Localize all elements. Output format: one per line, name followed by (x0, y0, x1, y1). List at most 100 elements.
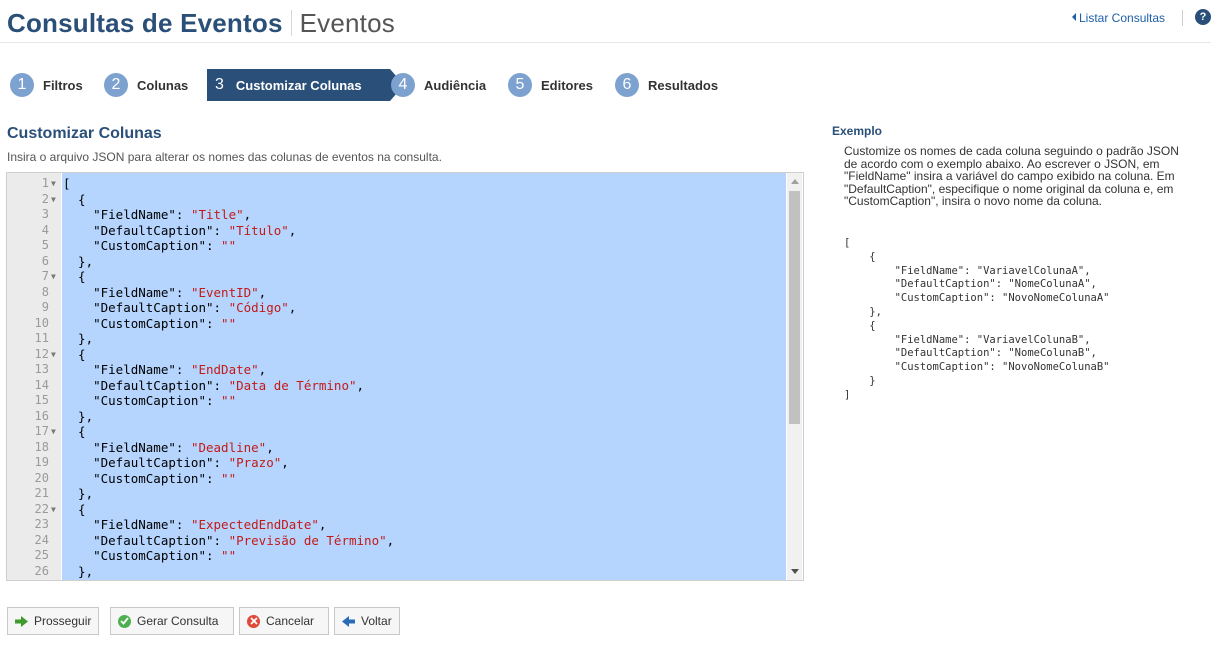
example-code-line: { (844, 319, 876, 332)
header-divider (1182, 10, 1183, 26)
line-number: 10 (34, 315, 49, 330)
editor-scrollbar[interactable] (787, 173, 802, 580)
json-string: "" (221, 548, 237, 563)
json-string: "Data de Término" (228, 377, 357, 393)
line-number: 23 (34, 517, 49, 531)
line-number: 1 (41, 176, 49, 190)
step-number: 4 (391, 73, 415, 97)
step-number: 1 (10, 73, 34, 97)
example-code-line: { (844, 250, 876, 263)
json-key: "FieldName": (63, 517, 191, 532)
line-number: 15 (34, 393, 49, 407)
json-key: "FieldName": (63, 439, 191, 455)
json-key: "DefaultCaption": (63, 300, 229, 315)
step-editores[interactable]: 5 Editores (508, 69, 593, 101)
step-customizar-colunas[interactable]: 3 Customizar Colunas (207, 69, 404, 101)
section-title: Customizar Colunas (7, 125, 162, 142)
example-code: [ { "FieldName": "VariavelColunaA", "Def… (844, 237, 1110, 403)
example-code-line: }, (844, 305, 882, 318)
code-text: }, (63, 253, 94, 269)
step-audiencia[interactable]: 4 Audiência (391, 69, 486, 101)
json-key: "CustomCaption": (63, 470, 222, 486)
back-label: Voltar (361, 614, 392, 628)
json-key: "DefaultCaption": (63, 532, 229, 548)
line-number: 13 (34, 362, 49, 376)
json-string: "" (221, 238, 237, 253)
generate-query-label: Gerar Consulta (137, 614, 219, 628)
step-number: 6 (615, 73, 639, 97)
step-label: Customizar Colunas (235, 77, 362, 93)
scroll-up-icon[interactable] (791, 179, 799, 184)
json-punct: , (258, 362, 267, 377)
line-number: 16 (34, 408, 49, 423)
json-key: "DefaultCaption": (63, 377, 229, 393)
page-header: Consultas de Eventos Eventos Listar Consu… (0, 0, 1211, 43)
step-number: 2 (104, 73, 128, 97)
example-code-line: ] (844, 388, 851, 401)
code-text: { (63, 501, 86, 517)
step-filtros[interactable]: 1 Filtros (10, 69, 83, 101)
arrow-left-icon (342, 615, 355, 628)
fold-toggle-icon[interactable]: ▼ (51, 192, 56, 208)
generate-query-button[interactable]: Gerar Consulta (110, 607, 234, 635)
example-title: Exemplo (832, 124, 883, 138)
line-number: 2 (41, 191, 49, 206)
line-number: 4 (41, 222, 49, 237)
example-code-line: "FieldName": "VariavelColunaA", (844, 264, 1091, 277)
json-punct: , (386, 532, 395, 548)
code-text: "CustomCaption": "" (63, 548, 236, 564)
back-button[interactable]: Voltar (334, 607, 400, 635)
cancel-button[interactable]: Cancelar (239, 607, 329, 635)
code-text: "FieldName": "EndDate", (63, 362, 266, 378)
help-icon[interactable]: ? (1195, 9, 1211, 25)
json-punct: , (281, 455, 289, 470)
caret-left-icon (1072, 13, 1076, 21)
json-editor[interactable]: 1 ▼[2 ▼ {3 "FieldName": "Title", 4 "Default… (6, 172, 804, 581)
step-label: Audiência (424, 77, 487, 93)
example-code-line: "CustomCaption": "NovoNomeColunaA" (844, 292, 1110, 305)
json-string: "Deadline" (190, 439, 267, 455)
json-punct: , (258, 284, 267, 300)
code-text: "DefaultCaption": "Título", (63, 223, 296, 239)
code-text: "DefaultCaption": "Previsão de Término", (63, 533, 394, 549)
code-text: }, (63, 486, 94, 501)
line-number: 17 (34, 424, 49, 438)
code-text: "CustomCaption": "" (63, 393, 236, 409)
json-string: "" (221, 470, 237, 486)
check-circle-icon (118, 614, 131, 628)
line-number: 20 (34, 470, 49, 485)
json-key: "CustomCaption": (63, 315, 222, 331)
example-code-line: "CustomCaption": "NovoNomeColunaB" (844, 361, 1110, 374)
fold-toggle-icon[interactable]: ▼ (51, 579, 56, 580)
scroll-down-icon[interactable] (791, 569, 799, 574)
fold-toggle-icon[interactable]: ▼ (51, 502, 56, 518)
step-resultados[interactable]: 6 Resultados (615, 69, 718, 101)
json-string: "Prazo" (228, 455, 282, 470)
json-key: "DefaultCaption": (63, 455, 229, 470)
code-text: }, (63, 408, 94, 424)
line-number: 14 (34, 377, 49, 392)
json-string: "Previsão de Término" (228, 532, 387, 548)
list-queries-link[interactable]: Listar Consultas (1072, 11, 1165, 25)
fold-toggle-icon[interactable]: ▼ (51, 424, 56, 440)
code-text: { (63, 269, 86, 284)
code-text: { (63, 424, 86, 439)
json-punct: , (318, 517, 327, 532)
line-number: 11 (34, 331, 49, 345)
fold-toggle-icon[interactable]: ▼ (51, 269, 56, 285)
line-number: 21 (34, 486, 49, 500)
line-number: 12 (34, 346, 49, 361)
json-string: "" (221, 315, 237, 331)
fold-toggle-icon[interactable]: ▼ (51, 176, 56, 192)
scrollbar-thumb[interactable] (789, 191, 800, 424)
page-title-text: Consultas de Eventos (7, 8, 283, 38)
fold-toggle-icon[interactable]: ▼ (51, 347, 56, 363)
example-code-line: "FieldName": "VariavelColunaB", (844, 333, 1091, 346)
line-number: 18 (34, 439, 49, 454)
line-number: 24 (34, 532, 49, 547)
json-string: "Título" (228, 222, 289, 238)
example-description: Customize os nomes de cada coluna seguin… (844, 144, 1179, 209)
json-key: "CustomCaption": (63, 393, 222, 408)
step-colunas[interactable]: 2 Colunas (104, 69, 188, 101)
proceed-button[interactable]: Prosseguir (7, 607, 99, 635)
